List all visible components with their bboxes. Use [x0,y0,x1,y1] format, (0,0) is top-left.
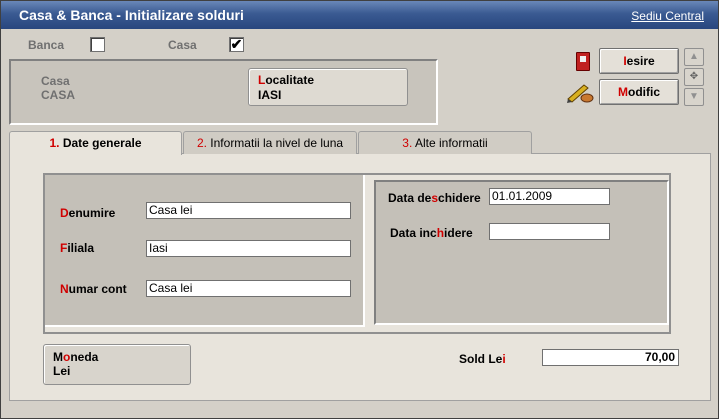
tab-date-generale[interactable]: 1. Date generale [9,131,182,155]
casa-checkbox[interactable]: ✔ [229,37,244,52]
banca-label: Banca [28,38,65,52]
move-icon[interactable]: ✥ [684,68,704,86]
filiala-label: Filiala [60,241,95,255]
title-bar: Casa & Banca - Initializare solduri Sedi… [1,1,718,29]
sediu-central-link[interactable]: Sediu Central [631,9,704,23]
filiala-field[interactable]: Iasi [146,240,351,257]
moneda-button[interactable]: Moneda Lei [43,344,191,385]
data-deschidere-field[interactable]: 01.01.2009 [489,188,610,205]
moneda-label: Moneda [53,350,99,364]
moneda-value: Lei [53,364,71,378]
numar-cont-field[interactable]: Casa lei [146,280,351,297]
tab-informatii-luna[interactable]: 2. Informatii la nivel de luna [183,131,357,154]
window-title: Casa & Banca - Initializare solduri [19,7,244,23]
modific-button[interactable]: Modific [599,79,679,105]
iesire-button[interactable]: Iesire [599,48,679,74]
denumire-label: Denumire [60,206,116,220]
data-deschidere-label: Data deschidere [388,191,481,205]
data-inchidere-field[interactable] [489,223,610,240]
sold-lei-label: Sold Lei [459,352,506,366]
localitate-value: IASI [258,88,282,102]
scroll-up-icon[interactable]: ▲ [684,48,704,66]
pencil-edit-icon [566,81,594,103]
type-label: Casa [41,74,70,88]
scroll-down-icon[interactable]: ▼ [684,88,704,106]
numar-cont-label: Numar cont [60,282,127,296]
casa-banca-window: Casa & Banca - Initializare solduri Sedi… [0,0,719,419]
door-icon [576,52,590,71]
sold-lei-field[interactable]: 70,00 [542,349,679,366]
tab-alte-informatii[interactable]: 3. Alte informatii [358,131,532,154]
type-value: CASA [41,88,76,102]
denumire-field[interactable]: Casa lei [146,202,351,219]
localitate-label: Localitate [258,73,315,87]
localitate-button[interactable]: Localitate IASI [248,68,408,106]
data-inchidere-label: Data inchidere [390,226,473,240]
banca-checkbox[interactable] [90,37,105,52]
casa-label: Casa [168,38,197,52]
